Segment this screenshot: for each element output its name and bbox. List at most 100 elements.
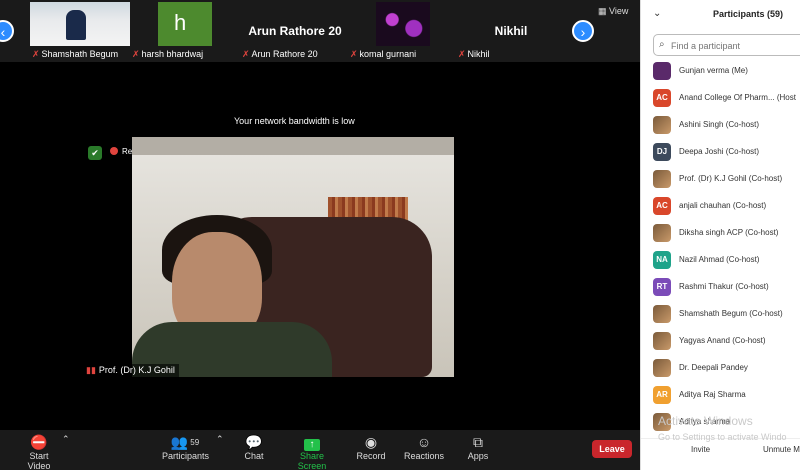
tile-display-name: Arun Rathore 20 <box>248 24 342 38</box>
avatar <box>653 224 671 242</box>
avatar <box>653 170 671 188</box>
chat-button[interactable]: 💬 Chat <box>240 434 268 461</box>
strip-prev-button[interactable]: ‹ <box>0 20 14 42</box>
mic-muted-icon: ✗ <box>132 49 140 59</box>
search-input[interactable] <box>671 38 800 53</box>
mic-muted-icon: ✗ <box>350 49 358 59</box>
tile-label: ✗ Arun Rathore 20 <box>242 49 318 59</box>
view-button[interactable]: ▦ View <box>598 6 628 17</box>
participant-strip: ‹ ✗ Shamshath Begum h ✗ harsh bhardwaj Aru… <box>0 0 640 62</box>
panel-footer: Invite Unmute M <box>641 438 800 470</box>
share-screen-button[interactable]: ↑ Share Screen <box>286 434 338 470</box>
participant-row[interactable]: Diksha singh ACP (Co-host) <box>641 222 800 249</box>
participant-row[interactable]: Gunjan verma (Me) <box>641 60 800 87</box>
video-tile-komal[interactable]: ✗ komal gurnani <box>348 0 458 62</box>
video-off-icon: ⛔ <box>30 434 48 450</box>
participant-name: Gunjan verma (Me) <box>679 66 748 75</box>
participant-name: Deepa Joshi (Co-host) <box>679 147 760 156</box>
participant-row[interactable]: Prof. (Dr) K.J Gohil (Co-host) <box>641 168 800 195</box>
participant-name: Diksha singh ACP (Co-host) <box>679 228 779 237</box>
video-tile-harsh[interactable]: h ✗ harsh bhardwaj <box>130 0 240 62</box>
tile-display-name: Nikhil <box>494 24 528 38</box>
avatar <box>653 62 671 80</box>
share-screen-icon: ↑ <box>286 434 338 451</box>
participant-name: Prof. (Dr) K.J Gohil (Co-host) <box>679 174 783 183</box>
video-tile-arun[interactable]: Arun Rathore 20 ✗ Arun Rathore 20 <box>240 0 350 62</box>
meeting-toolbar: ⛔ Start Video ⌃ 👥 59 Participants ⌃ 💬 Cha… <box>0 430 640 470</box>
avatar: RT <box>653 278 671 296</box>
active-speaker-label: ▮▮ Prof. (Dr) K.J Gohil <box>82 364 179 377</box>
record-dot-icon <box>110 147 118 155</box>
participant-thumbnail <box>376 2 430 46</box>
tile-label: ✗ Shamshath Begum <box>32 49 119 59</box>
mute-all-button[interactable]: Unmute M <box>763 445 800 454</box>
avatar <box>653 305 671 323</box>
avatar: AC <box>653 197 671 215</box>
strip-next-button[interactable]: › <box>572 20 594 42</box>
start-video-button[interactable]: ⛔ Start Video <box>18 434 60 470</box>
mic-muted-icon: ✗ <box>32 49 40 59</box>
participant-row[interactable]: DJ Deepa Joshi (Co-host) <box>641 141 800 168</box>
participant-row[interactable]: AC anjali chauhan (Co-host) <box>641 195 800 222</box>
activate-windows-subtitle: Go to Settings to activate Windo <box>658 432 787 442</box>
participant-row[interactable]: Shamshath Begum (Co-host) <box>641 303 800 330</box>
shield-icon[interactable]: ✔ <box>88 146 102 160</box>
avatar <box>653 359 671 377</box>
reactions-button[interactable]: ☺ Reactions <box>404 434 444 461</box>
avatar: DJ <box>653 143 671 161</box>
participant-name: Ashini Singh (Co-host) <box>679 120 760 129</box>
participant-row[interactable]: AC Anand College Of Pharm... (Host <box>641 87 800 114</box>
video-options-chevron-icon[interactable]: ⌃ <box>62 434 70 445</box>
participant-name: Aditya Raj Sharma <box>679 390 746 399</box>
participant-name: anjali chauhan (Co-host) <box>679 201 767 210</box>
invite-button[interactable]: Invite <box>691 445 710 454</box>
participant-name: Rashmi Thakur (Co-host) <box>679 282 769 291</box>
participants-button[interactable]: 👥 59 Participants <box>162 434 209 461</box>
collapse-chevron-icon[interactable]: ⌄ <box>653 8 661 19</box>
search-icon: ⌕ <box>659 39 665 50</box>
chat-icon: 💬 <box>245 434 263 450</box>
signal-bars-icon: ▮▮ <box>86 365 96 375</box>
bandwidth-warning: Your network bandwidth is low <box>234 116 355 126</box>
participant-row[interactable]: Ashini Singh (Co-host) <box>641 114 800 141</box>
participants-options-chevron-icon[interactable]: ⌃ <box>216 434 224 445</box>
meeting-area: ‹ ✗ Shamshath Begum h ✗ harsh bhardwaj Aru… <box>0 0 640 470</box>
participant-name: Nazil Ahmad (Co-host) <box>679 255 760 264</box>
mic-muted-icon: ✗ <box>242 49 250 59</box>
activate-windows-title: Activate Windows <box>658 414 753 428</box>
participant-row[interactable]: AR Aditya Raj Sharma <box>641 384 800 411</box>
participant-name: Yagyas Anand (Co-host) <box>679 336 766 345</box>
tile-label: ✗ harsh bhardwaj <box>132 49 204 59</box>
record-button[interactable]: ◉ Record <box>356 434 386 461</box>
grid-icon: ▦ <box>598 6 610 16</box>
reactions-icon: ☺ <box>416 434 432 450</box>
participant-row[interactable]: Dr. Deepali Pandey <box>641 357 800 384</box>
avatar: AR <box>653 386 671 404</box>
avatar <box>653 116 671 134</box>
apps-button[interactable]: ⧉ Apps <box>464 434 492 461</box>
participant-row[interactable]: NA Nazil Ahmad (Co-host) <box>641 249 800 276</box>
avatar <box>653 332 671 350</box>
video-tile-nikhil[interactable]: Nikhil ✗ Nikhil <box>456 0 566 62</box>
participant-search[interactable]: ⌕ <box>653 34 800 56</box>
tile-label: ✗ Nikhil <box>458 49 490 59</box>
participant-thumbnail <box>30 2 140 46</box>
participants-panel: ⌄ Participants (59) ⌕ Gunjan verma (Me) A… <box>640 0 800 470</box>
tile-label: ✗ komal gurnani <box>350 49 417 59</box>
participant-name: Anand College Of Pharm... (Host <box>679 93 796 102</box>
panel-title: Participants (59) <box>713 9 784 19</box>
panel-header: ⌄ Participants (59) <box>641 0 800 30</box>
avatar: AC <box>653 89 671 107</box>
record-icon: ◉ <box>364 434 378 450</box>
leave-button[interactable]: Leave <box>592 440 632 458</box>
video-tile-shamshath[interactable]: ✗ Shamshath Begum <box>30 0 140 62</box>
avatar: NA <box>653 251 671 269</box>
avatar-letter-tile: h <box>158 2 212 46</box>
participant-row[interactable]: RT Rashmi Thakur (Co-host) <box>641 276 800 303</box>
active-speaker-video <box>132 137 454 377</box>
apps-icon: ⧉ <box>473 434 483 450</box>
participant-row[interactable]: Yagyas Anand (Co-host) <box>641 330 800 357</box>
participant-name: Shamshath Begum (Co-host) <box>679 309 783 318</box>
mic-muted-icon: ✗ <box>458 49 466 59</box>
participants-icon: 👥 59 <box>170 434 200 450</box>
